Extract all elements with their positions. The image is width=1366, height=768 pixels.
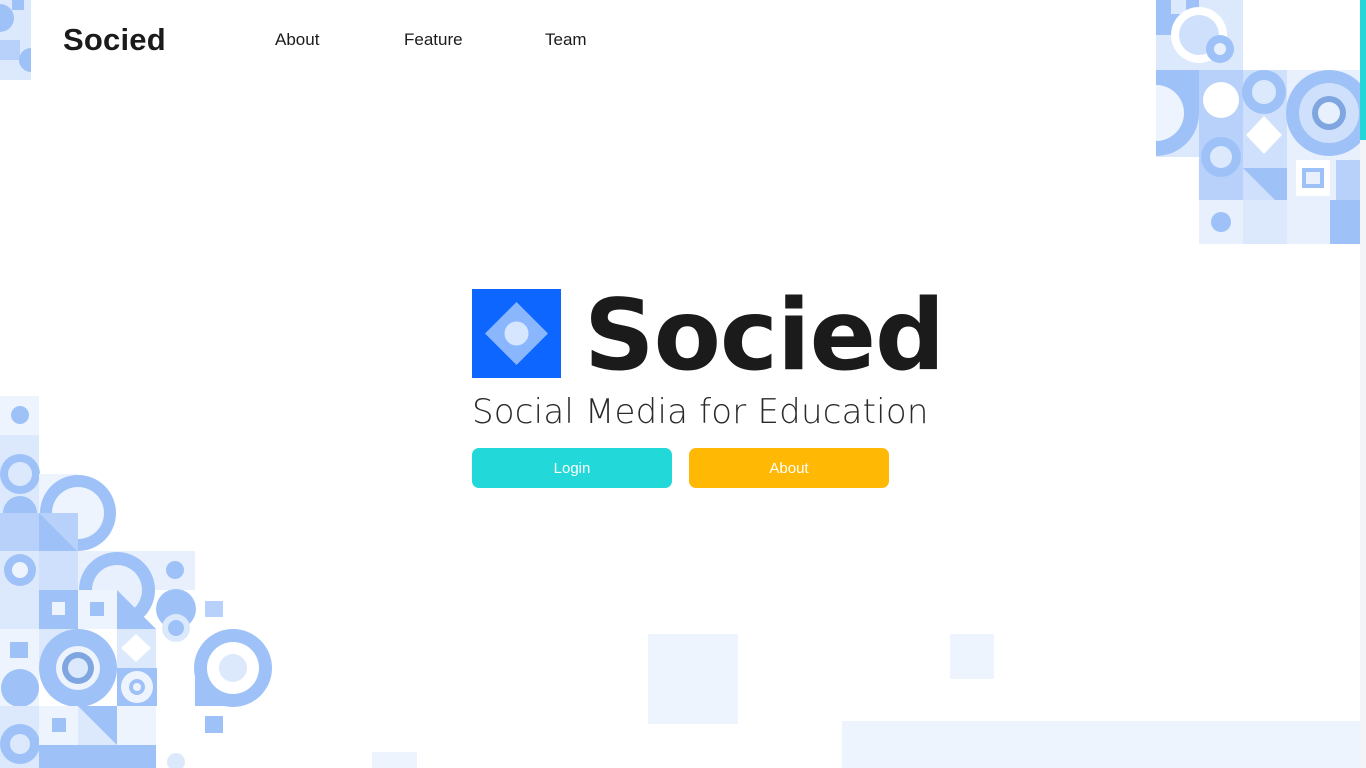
scrollbar-track[interactable] <box>1360 140 1366 768</box>
nav-brand-logo[interactable]: Socied <box>63 22 166 58</box>
diamond-logo-icon <box>472 289 561 378</box>
nav-link-feature[interactable]: Feature <box>404 30 463 50</box>
nav-link-team[interactable]: Team <box>545 30 587 50</box>
about-button[interactable]: About <box>689 448 889 488</box>
decor-square <box>372 752 417 768</box>
hero-subtitle: Social Media for Education <box>472 392 929 432</box>
decor-square <box>842 721 1360 768</box>
decor-square <box>950 634 994 679</box>
login-button[interactable]: Login <box>472 448 672 488</box>
scrollbar-thumb[interactable] <box>1360 0 1366 140</box>
nav-link-about[interactable]: About <box>275 30 319 50</box>
decor-pattern-top-right <box>1156 0 1360 244</box>
decor-pattern-bottom-left <box>0 396 272 768</box>
decor-pattern-top-left <box>0 0 31 80</box>
decor-square <box>648 634 738 724</box>
hero-title: Socied <box>584 279 945 393</box>
